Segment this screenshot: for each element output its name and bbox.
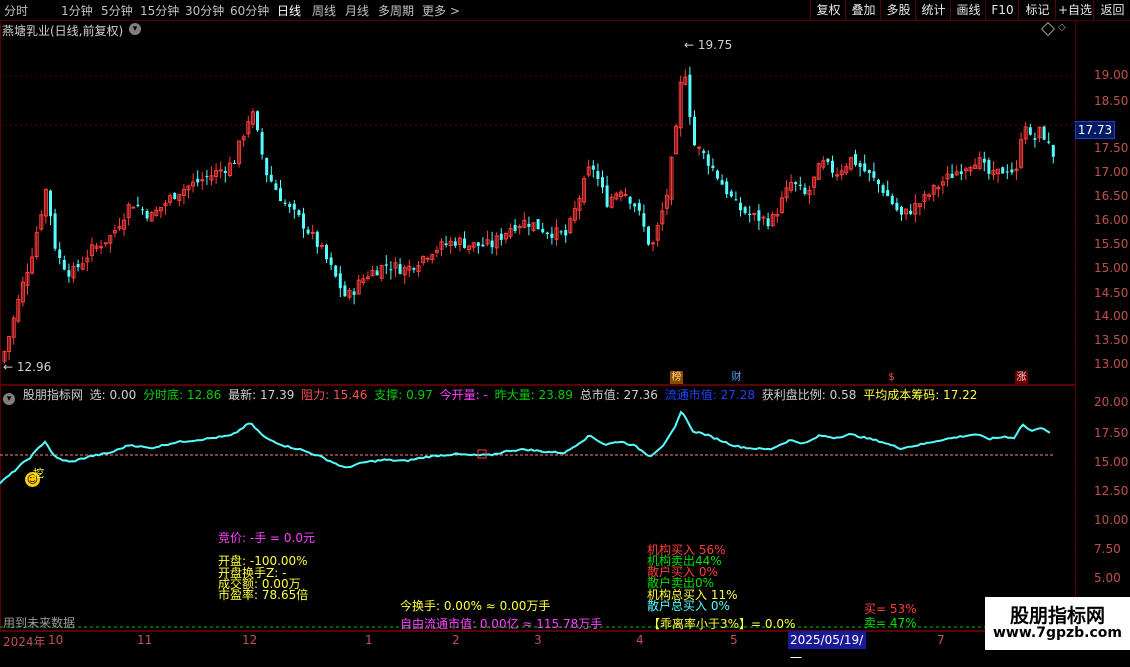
watermark-name: 股朋指标网 [1009,605,1105,627]
price-tick: 19.00 [1094,68,1129,82]
sanhu-zong-text: 散户总买入 0% [647,599,730,613]
guaili-text: 【乖离率小于3%】= 0.0% [648,617,796,631]
watermark-url: www.7gpzb.com [992,625,1122,641]
current-price-tag: 17.73 [1075,121,1115,139]
date-label: 4 [636,633,644,647]
date-label: 2024年 [3,635,46,649]
price-tick: 17.00 [1094,165,1129,179]
date-label: 2 [452,633,460,647]
indicator-line-chart[interactable] [0,0,1076,650]
indicator-tick: 15.00 [1094,455,1129,469]
date-label: 12 [242,633,258,647]
shiying-text: 市盈率: 78.65倍 [218,588,309,602]
price-tick: 15.50 [1094,237,1129,251]
indicator-tick: 7.50 [1094,542,1121,556]
ziyou-text: 自由流通市值: 0.00亿 ≈ 115.78万手 [400,617,603,631]
sell-ratio-text: 卖= 47% [864,616,917,630]
date-label: 3 [534,633,542,647]
indicator-tick: 10.00 [1094,513,1129,527]
date-label: 1 [365,633,373,647]
wa-marker: 挖 [33,467,44,480]
watermark: 股朋指标网 www.7gpzb.com [985,597,1130,650]
price-tick: 16.00 [1094,213,1129,227]
price-tick: 14.00 [1094,309,1129,323]
price-tick: 13.50 [1094,333,1129,347]
date-label: 5 [730,633,738,647]
price-tick: 13.00 [1094,357,1129,371]
jinhuanshou-text: 今换手: 0.00% ≈ 0.00万手 [400,599,551,613]
indicator-tick: 5.00 [1094,571,1121,585]
date-label: 7 [937,633,945,647]
indicator-tick: 17.50 [1094,426,1129,440]
date-label: 10 [48,633,64,647]
price-tick: 18.50 [1094,94,1129,108]
date-label: 11 [137,633,153,647]
jingjia-text: 竞价: -手 = 0.0元 [218,531,315,545]
price-tick: 17.50 [1094,141,1129,155]
price-tick: 15.00 [1094,261,1129,275]
indicator-tick: 12.50 [1094,484,1129,498]
selected-date: 2025/05/19/一 [788,631,866,665]
price-tick: 16.50 [1094,189,1129,203]
indicator-line [0,410,1051,485]
back-button[interactable]: 返回 [1093,0,1130,20]
indicator-tick: 20.00 [1094,395,1129,409]
future-data-text: 用到未来数据 [3,616,76,630]
price-tick: 14.50 [1094,286,1129,300]
